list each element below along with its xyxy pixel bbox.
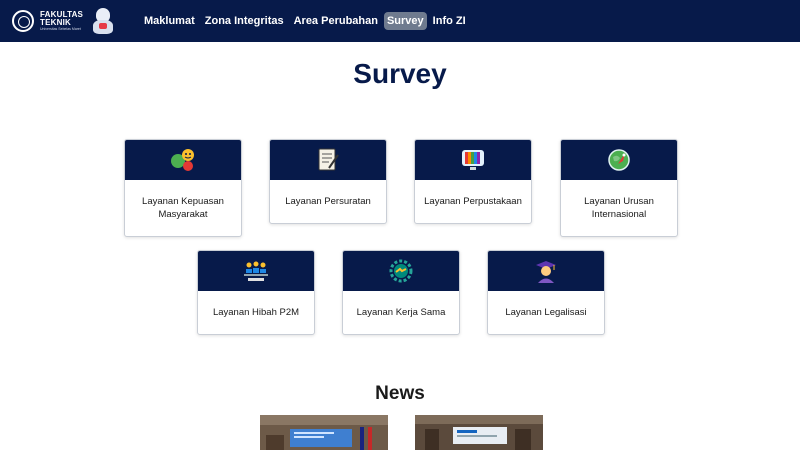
document-pen-icon	[318, 148, 339, 171]
university-seal-icon	[12, 10, 34, 32]
survey-heading: Survey	[353, 58, 447, 89]
card-kerja-sama[interactable]: Layanan Kerja Sama	[342, 250, 460, 335]
card-kepuasan-masyarakat[interactable]: Layanan Kepuasan Masyarakat	[124, 139, 242, 237]
card-label: Layanan Urusan Internasional	[584, 196, 654, 220]
card-legalisasi[interactable]: Layanan Legalisasi	[487, 250, 605, 335]
site-logo[interactable]: FAKULTAS TEKNIK Universitas Sebelas Mare…	[12, 6, 114, 36]
main-menu: Maklumat Zona Integritas Area Perubahan …	[140, 0, 472, 42]
news-photo-2-image	[415, 415, 543, 450]
card-label: Layanan Kepuasan Masyarakat	[142, 196, 224, 220]
news-photo-1-image	[260, 415, 388, 450]
news-heading: News	[375, 383, 425, 404]
nav-info-zi[interactable]: Info ZI	[429, 11, 470, 31]
nav-zona-integritas[interactable]: Zona Integritas	[201, 11, 288, 31]
news-photo-1[interactable]	[260, 415, 388, 450]
card-hibah-p2m[interactable]: Layanan Hibah P2M	[197, 250, 315, 335]
card-persuratan[interactable]: Layanan Persuratan	[269, 139, 387, 224]
card-urusan-internasional[interactable]: Layanan Urusan Internasional	[560, 139, 678, 237]
card-label: Layanan Kerja Sama	[356, 307, 446, 318]
card-perpustakaan[interactable]: Layanan Perpustakaan	[414, 139, 532, 224]
handshake-gear-icon	[389, 259, 413, 283]
nav-maklumat[interactable]: Maklumat	[140, 11, 199, 31]
graduate-icon	[536, 261, 556, 283]
mascot-icon	[93, 8, 114, 34]
card-label: Layanan Perpustakaan	[424, 196, 522, 207]
globe-rocket-icon	[608, 149, 630, 171]
nav-survey[interactable]: Survey	[383, 12, 427, 30]
top-navbar: FAKULTAS TEKNIK Universitas Sebelas Mare…	[0, 0, 800, 42]
logo-line-2: TEKNIK	[40, 17, 71, 27]
card-label: Layanan Hibah P2M	[212, 307, 300, 318]
grant-people-icon	[244, 261, 268, 281]
library-books-icon	[462, 150, 484, 170]
logo-line-3: Universitas Sebelas Maret	[40, 26, 81, 31]
card-label: Layanan Persuratan	[285, 196, 371, 207]
card-label: Layanan Legalisasi	[505, 307, 587, 318]
nav-area-perubahan[interactable]: Area Perubahan	[290, 11, 382, 31]
news-photo-2[interactable]	[415, 415, 543, 450]
satisfaction-faces-icon	[171, 149, 194, 171]
